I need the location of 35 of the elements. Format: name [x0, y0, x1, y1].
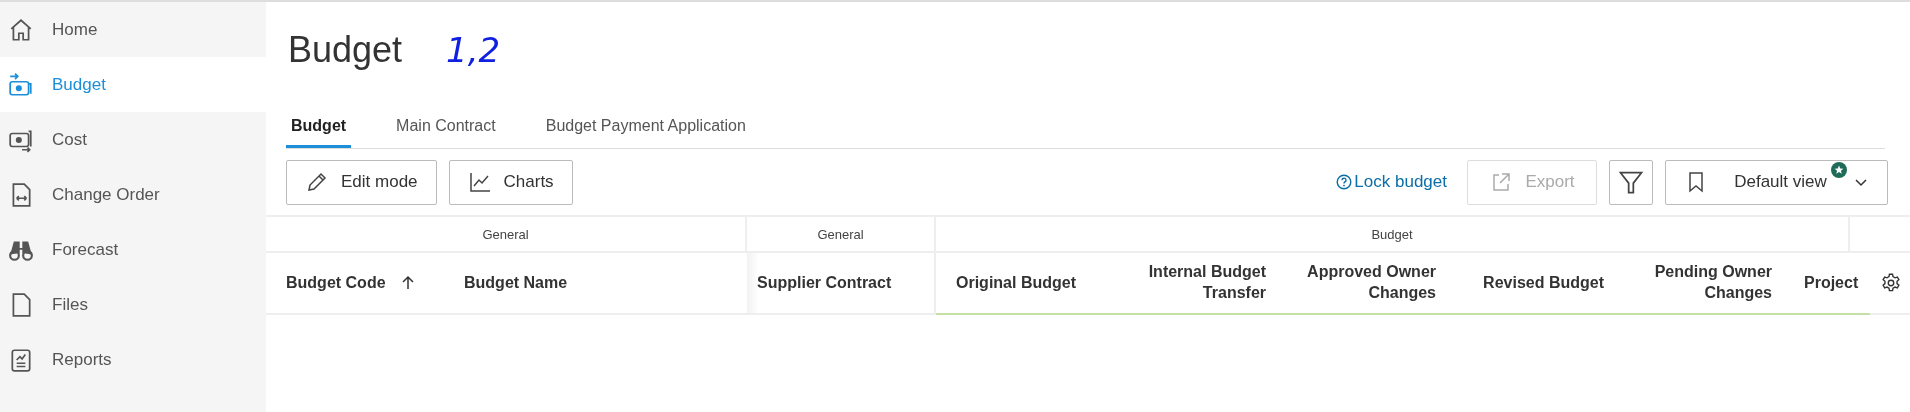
pencil-icon	[305, 170, 329, 194]
settings-icon[interactable]	[1880, 272, 1903, 294]
page-title: Budget	[288, 29, 403, 71]
sidebar-item[interactable]: Files	[0, 277, 266, 332]
report-icon	[8, 346, 34, 373]
sidebar-item[interactable]: Forecast	[0, 222, 266, 277]
column-group-header: General	[266, 217, 747, 251]
sidebar-item[interactable]: Cost	[0, 112, 266, 167]
column-header[interactable]: Original Budget	[936, 253, 1110, 315]
column-header[interactable]: Pending Owner Changes	[1616, 253, 1784, 315]
column-header[interactable]: Approved Owner Changes	[1278, 253, 1448, 315]
column-header[interactable]: Supplier Contract	[747, 253, 936, 313]
help-icon	[1336, 174, 1353, 190]
column-header[interactable]: Budget Code	[266, 253, 444, 313]
column-group-header: General	[747, 217, 936, 251]
view-dropdown[interactable]: Default view	[1665, 159, 1888, 205]
column-header[interactable]: Revised Budget	[1448, 253, 1616, 315]
edit-mode-button[interactable]: Edit mode	[286, 159, 437, 205]
column-header[interactable]: Project	[1784, 253, 1871, 315]
column-header[interactable]: Budget Name	[444, 253, 747, 313]
wallet-icon	[8, 71, 34, 98]
sidebar-item[interactable]: Reports	[0, 332, 266, 387]
column-group-header: Budget	[936, 217, 1850, 251]
sidebar-item[interactable]: Change Order	[0, 167, 266, 222]
line-chart-icon	[467, 170, 492, 194]
lock-budget-link[interactable]: Lock budget	[1336, 172, 1447, 192]
sidebar-item[interactable]: Home	[0, 2, 266, 57]
charts-button[interactable]: Charts	[448, 159, 573, 205]
sidebar-item[interactable]: Budget	[0, 57, 266, 112]
tab[interactable]: Main Contract	[391, 117, 501, 148]
filter-button[interactable]	[1609, 159, 1653, 205]
column-header[interactable]: Internal Budget Transfer	[1110, 253, 1278, 315]
tab[interactable]: Budget Payment Application	[540, 117, 751, 148]
tab[interactable]: Budget	[286, 117, 352, 148]
handwritten-note: 1,2	[446, 30, 501, 70]
